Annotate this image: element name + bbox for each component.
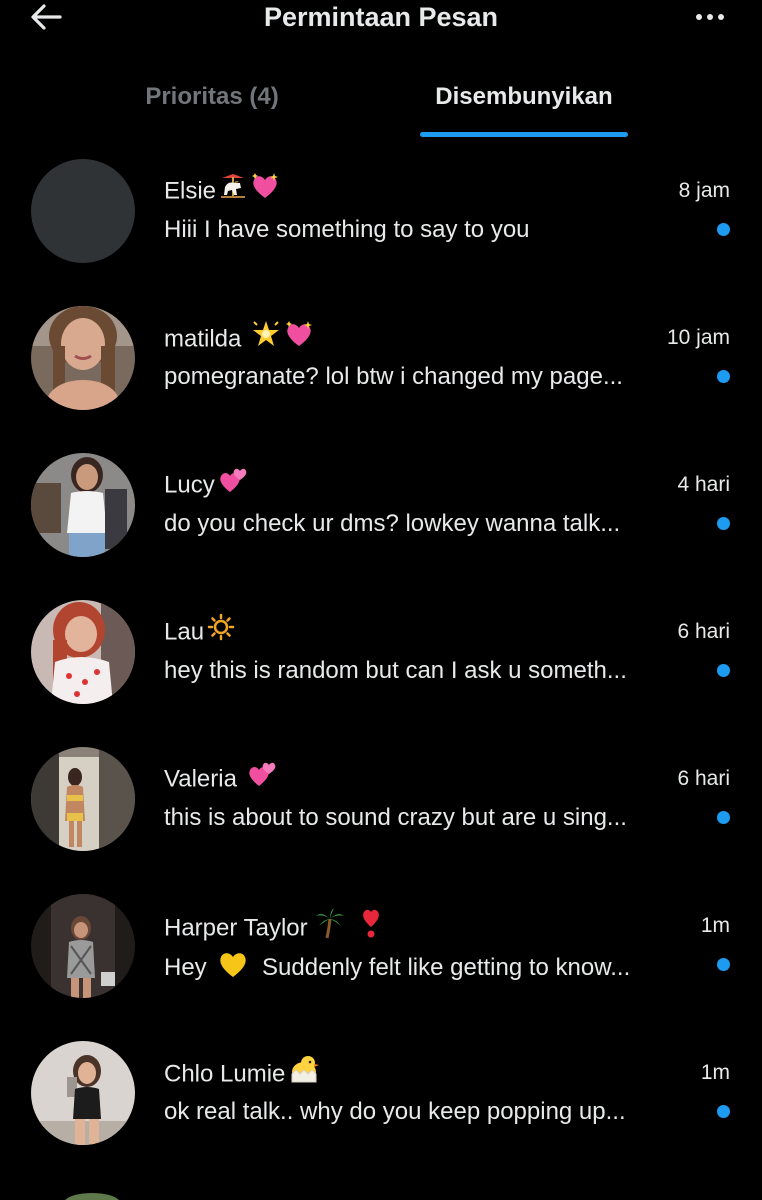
glowing-star-emoji <box>251 319 281 357</box>
sender-name: Lau <box>164 613 235 649</box>
timestamp: 4 hari <box>677 473 730 496</box>
active-tab-indicator <box>420 132 628 137</box>
avatar[interactable] <box>31 306 135 410</box>
top-bar: Permintaan Pesan <box>0 0 762 34</box>
avatar[interactable] <box>62 1188 122 1200</box>
message-request-row[interactable]: Lucy 4 hari do you check ur dms? lowkey … <box>0 432 762 579</box>
message-preview-prefix: Hey <box>164 953 207 981</box>
sender-name: Harper Taylor <box>164 908 382 947</box>
sender-name-text: matilda <box>164 325 242 353</box>
sender-name-text: Harper Taylor <box>164 914 308 942</box>
sender-name-text: Chlo Lumie <box>164 1060 286 1088</box>
timestamp: 8 jam <box>678 179 730 202</box>
avatar[interactable] <box>31 1041 135 1145</box>
tab-disembunyikan-label: Disembunyikan <box>435 83 613 110</box>
sender-name: Elsie <box>164 173 280 208</box>
message-preview: this is about to sound crazy but are u s… <box>164 804 627 831</box>
message-preview: Hey Suddenly felt like getting to know..… <box>164 949 694 988</box>
unread-indicator <box>717 811 730 824</box>
message-preview-text: Suddenly felt like getting to know... <box>262 953 631 981</box>
message-request-row[interactable]: matilda 10 jam pomegranate? lol btw i ch… <box>0 285 762 432</box>
unread-indicator <box>717 223 730 236</box>
unread-indicator <box>717 370 730 383</box>
tab-prioritas-label: Prioritas (4) <box>145 83 279 110</box>
carousel-horse-emoji <box>219 172 247 208</box>
sender-name-text: Elsie <box>164 177 217 205</box>
message-preview: do you check ur dms? lowkey wanna talk..… <box>164 510 621 537</box>
message-request-row[interactable]: Valeria 6 hari this is about to sound cr… <box>0 726 762 873</box>
message-request-row[interactable]: Lau 6 hari hey this is random but can I … <box>0 579 762 726</box>
sparkling-heart-emoji <box>250 172 280 208</box>
timestamp: 1m <box>700 914 730 937</box>
timestamp: 6 hari <box>677 620 730 643</box>
timestamp: 10 jam <box>666 326 730 349</box>
unread-indicator <box>717 958 730 971</box>
sender-name: Chlo Lumie <box>164 1056 320 1092</box>
message-preview: Hiii I have something to say to you <box>164 216 530 243</box>
timestamp: 1m <box>700 1061 730 1084</box>
tab-disembunyikan[interactable]: Disembunyikan <box>400 70 648 138</box>
message-preview: pomegranate? lol btw i changed my page..… <box>164 363 623 390</box>
sparkling-heart-emoji <box>284 320 314 356</box>
sender-name-text: Lau <box>164 618 205 646</box>
unread-indicator <box>717 517 730 530</box>
unread-indicator <box>717 664 730 677</box>
message-preview: ok real talk.. why do you keep popping u… <box>164 1098 626 1125</box>
avatar[interactable] <box>31 894 135 998</box>
message-request-row[interactable]: Chlo Lumie 1m ok real talk.. why do you … <box>0 1020 762 1167</box>
tab-prioritas[interactable]: Prioritas (4) <box>110 70 314 138</box>
avatar[interactable] <box>31 747 135 851</box>
timestamp: 6 hari <box>677 767 730 790</box>
message-request-row[interactable]: Harper Taylor 1m Hey Suddenly felt like … <box>0 873 762 1020</box>
hatching-chick-emoji <box>288 1054 320 1092</box>
message-request-row[interactable]: Elsie 8 jam Hiii I have something to say… <box>0 138 762 285</box>
two-hearts-emoji <box>247 760 277 796</box>
tab-bar: Prioritas (4) Disembunyikan <box>0 70 762 138</box>
sender-name: Valeria <box>164 762 277 796</box>
page-title: Permintaan Pesan <box>263 2 499 32</box>
avatar[interactable] <box>31 600 135 704</box>
more-horizontal-icon <box>696 14 724 20</box>
avatar[interactable] <box>31 159 135 263</box>
sender-name-text: Valeria <box>164 765 237 793</box>
more-options-button[interactable] <box>688 0 732 34</box>
yellow-heart-emoji <box>217 949 249 988</box>
palm-tree-emoji <box>314 907 346 947</box>
two-hearts-emoji <box>218 466 248 502</box>
unread-indicator <box>717 1105 730 1118</box>
sender-name: Lucy <box>164 468 248 502</box>
sender-name: matilda <box>164 320 314 357</box>
sun-emoji <box>207 613 235 649</box>
sender-name-text: Lucy <box>164 471 215 499</box>
message-preview: hey this is random but can I ask u somet… <box>164 657 627 684</box>
exclamation-heart-emoji <box>360 907 382 947</box>
avatar[interactable] <box>31 453 135 557</box>
